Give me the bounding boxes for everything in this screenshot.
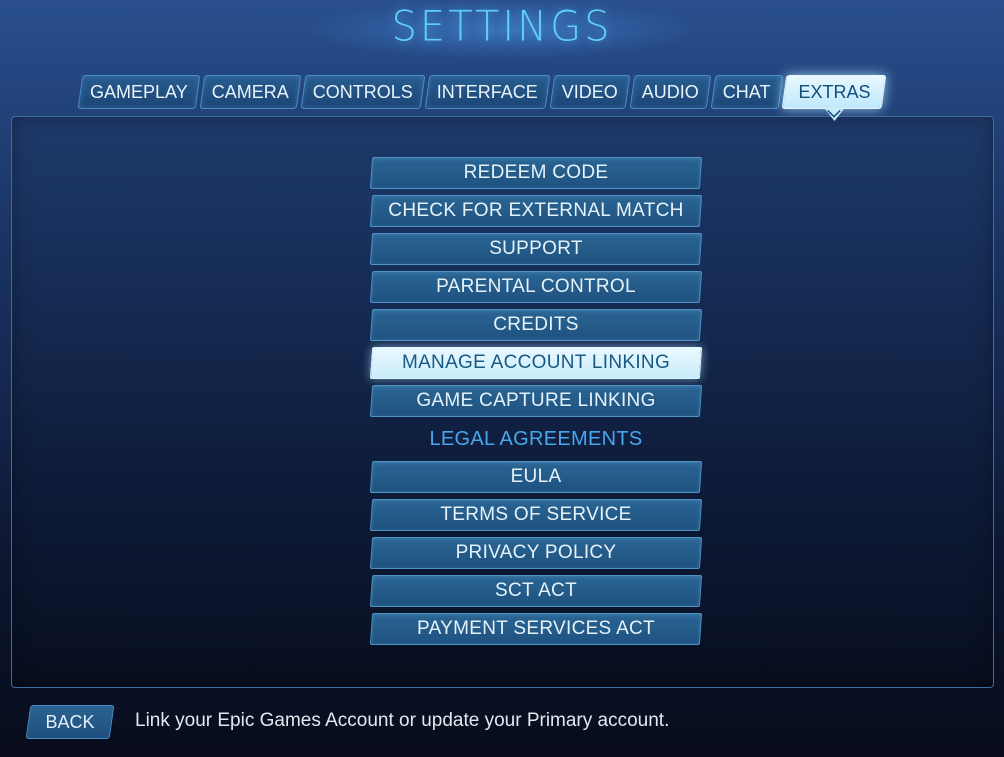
tab-label: EXTRAS <box>798 81 871 102</box>
item-label: PRIVACY POLICY <box>455 542 617 563</box>
back-label: BACK <box>45 711 95 732</box>
page-title: SETTINGS <box>391 2 613 52</box>
item-label: GAME CAPTURE LINKING <box>416 390 656 411</box>
credits-button[interactable]: CREDITS <box>371 309 701 341</box>
tab-video[interactable]: VIDEO <box>552 75 628 109</box>
parental-control-button[interactable]: PARENTAL CONTROL <box>371 271 701 303</box>
item-label: MANAGE ACCOUNT LINKING <box>401 352 671 373</box>
extras-menu: REDEEM CODE CHECK FOR EXTERNAL MATCH SUP… <box>371 157 701 651</box>
tab-extras[interactable]: EXTRAS <box>784 75 884 121</box>
tab-label: VIDEO <box>561 81 618 102</box>
eula-button[interactable]: EULA <box>371 461 701 493</box>
terms-of-service-button[interactable]: TERMS OF SERVICE <box>371 499 701 531</box>
tab-audio[interactable]: AUDIO <box>632 75 709 109</box>
item-label: CREDITS <box>493 314 579 335</box>
item-label: EULA <box>510 466 562 487</box>
tab-controls[interactable]: CONTROLS <box>303 75 423 109</box>
manage-account-linking-button[interactable]: MANAGE ACCOUNT LINKING <box>371 347 701 379</box>
tab-label: CONTROLS <box>312 81 413 102</box>
tab-label: GAMEPLAY <box>90 81 188 102</box>
sct-act-button[interactable]: SCT ACT <box>371 575 701 607</box>
item-label: CHECK FOR EXTERNAL MATCH <box>388 200 684 221</box>
payment-services-act-button[interactable]: PAYMENT SERVICES ACT <box>371 613 701 645</box>
check-external-match-button[interactable]: CHECK FOR EXTERNAL MATCH <box>371 195 701 227</box>
tab-interface[interactable]: INTERFACE <box>427 75 548 109</box>
tab-label: CHAT <box>722 81 771 102</box>
tab-chat[interactable]: CHAT <box>713 75 781 109</box>
tab-label: INTERFACE <box>436 81 538 102</box>
redeem-code-button[interactable]: REDEEM CODE <box>371 157 701 189</box>
item-label: TERMS OF SERVICE <box>440 504 632 525</box>
legal-agreements-heading: LEGAL AGREEMENTS <box>429 427 643 450</box>
tab-bar: GAMEPLAY CAMERA CONTROLS INTERFACE VIDEO… <box>80 75 884 121</box>
tab-label: CAMERA <box>211 81 289 102</box>
tab-camera[interactable]: CAMERA <box>202 75 299 109</box>
support-button[interactable]: SUPPORT <box>371 233 701 265</box>
item-label: SUPPORT <box>489 238 583 259</box>
tab-label: AUDIO <box>641 81 699 102</box>
tab-gameplay[interactable]: GAMEPLAY <box>80 75 198 109</box>
back-button[interactable]: BACK <box>28 705 112 739</box>
item-label: PARENTAL CONTROL <box>436 276 636 297</box>
help-text: Link your Epic Games Account or update y… <box>135 710 670 731</box>
item-label: PAYMENT SERVICES ACT <box>417 618 655 639</box>
game-capture-linking-button[interactable]: GAME CAPTURE LINKING <box>371 385 701 417</box>
item-label: SCT ACT <box>495 580 577 601</box>
item-label: REDEEM CODE <box>463 162 609 183</box>
privacy-policy-button[interactable]: PRIVACY POLICY <box>371 537 701 569</box>
